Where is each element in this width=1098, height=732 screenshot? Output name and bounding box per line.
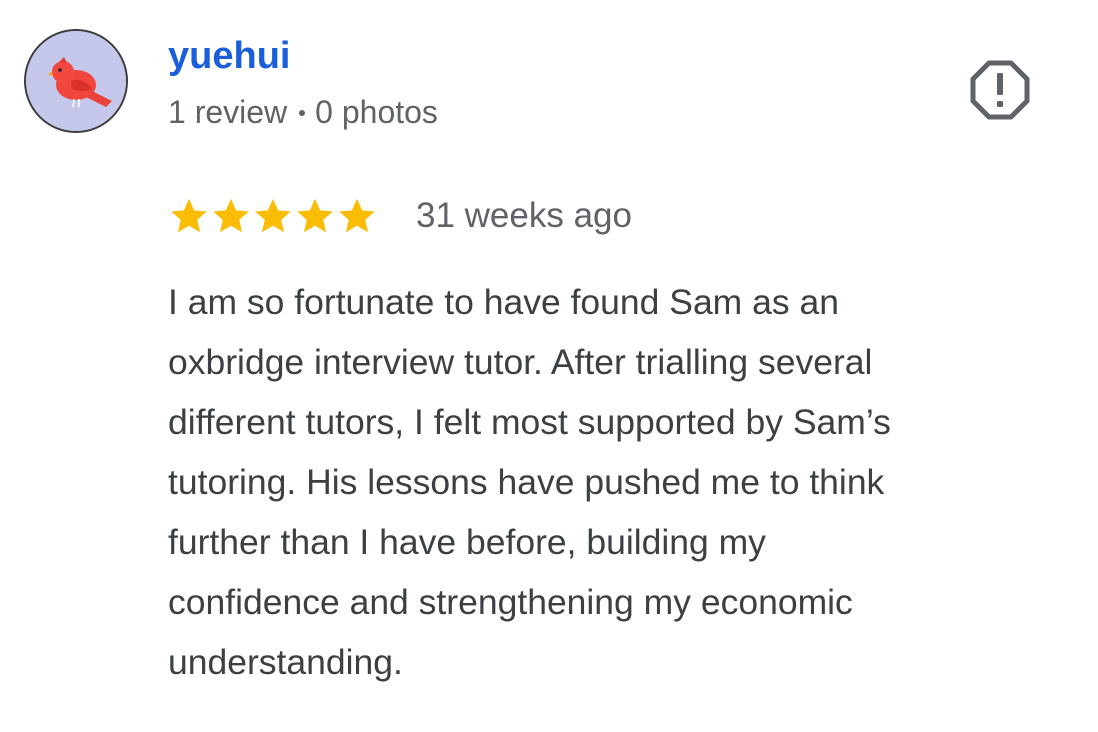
report-button[interactable] <box>968 58 1032 122</box>
review-text: I am so fortunate to have found Sam as a… <box>168 272 1073 692</box>
star-icon <box>339 198 375 233</box>
star-icon <box>171 198 207 233</box>
star-icon <box>255 198 291 233</box>
review-card: yuehui 1 review 0 photos 31 weeks ago I a… <box>0 0 1098 732</box>
report-flag-icon <box>970 60 1030 120</box>
separator-dot <box>299 109 306 116</box>
review-text-line: I am so fortunate to have found Sam as a… <box>168 282 839 322</box>
review-text-line: confidence and strengthening my economic <box>168 582 853 622</box>
star-rating <box>168 195 378 237</box>
reviewer-meta: 1 review 0 photos <box>168 92 438 132</box>
red-bird-icon <box>26 31 126 131</box>
photo-count: 0 photos <box>315 94 438 130</box>
star-icon <box>213 198 249 233</box>
review-text-line: understanding. <box>168 642 403 682</box>
review-count: 1 review <box>168 94 288 130</box>
review-text-line: different tutors, I felt most supported … <box>168 402 891 442</box>
reviewer-avatar[interactable] <box>24 29 128 133</box>
rating-row: 31 weeks ago <box>168 192 632 240</box>
review-text-line: oxbridge interview tutor. After triallin… <box>168 342 873 382</box>
star-icon <box>297 198 333 233</box>
review-timestamp: 31 weeks ago <box>416 196 632 235</box>
reviewer-name[interactable]: yuehui <box>168 32 290 80</box>
review-text-line: tutoring. His lessons have pushed me to … <box>168 462 885 502</box>
review-text-line: further than I have before, building my <box>168 522 766 562</box>
